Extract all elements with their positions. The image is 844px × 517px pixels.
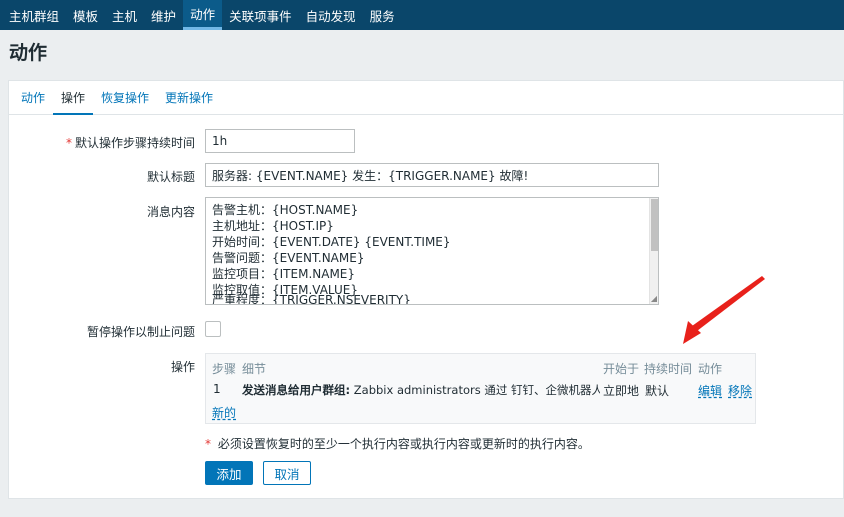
form-tabs: 动作 操作 恢复操作 更新操作	[9, 81, 843, 115]
operation-step: 1	[213, 382, 221, 396]
resize-grip-icon[interactable]: ◢	[651, 295, 657, 303]
nav-hosts[interactable]: 主机	[105, 0, 144, 30]
nav-event-correlation[interactable]: 关联项事件	[222, 0, 299, 30]
tab-recovery-operations[interactable]: 恢复操作	[93, 81, 157, 114]
nav-maintenance[interactable]: 维护	[144, 0, 183, 30]
nav-actions[interactable]: 动作	[183, 0, 223, 30]
message-line: 监控项目：{ITEM.NAME}	[212, 267, 356, 281]
operation-remove-link[interactable]: 移除	[728, 382, 752, 399]
required-asterisk: *	[205, 437, 211, 451]
message-scrollbar[interactable]	[649, 198, 658, 304]
required-note-text: 必须设置恢复时的至少一个执行内容或执行内容或更新时的执行内容。	[214, 437, 590, 451]
operations-table: 步骤 细节 开始于 持续时间 动作 1 发送消息给用户群组: Zabbix ad…	[205, 353, 756, 424]
step-duration-input[interactable]: 1h	[205, 129, 355, 153]
pause-label: 暂停操作以制止问题	[86, 325, 195, 339]
nav-templates[interactable]: 模板	[66, 0, 105, 30]
step-duration-label-text: 默认操作步骤持续时间	[74, 136, 195, 150]
new-operation-link[interactable]: 新的	[212, 404, 236, 421]
message-line: 告警主机：{HOST.NAME}	[212, 203, 359, 217]
nav-discovery[interactable]: 自动发现	[299, 0, 363, 30]
subject-label: 默认标题	[146, 170, 195, 184]
message-textarea[interactable]: 告警主机：{HOST.NAME} 主机地址：{HOST.IP} 开始时间：{EV…	[205, 197, 659, 305]
message-line: 告警问题：{EVENT.NAME}	[212, 251, 365, 265]
col-header-duration: 持续时间	[644, 362, 693, 376]
pause-checkbox[interactable]	[205, 321, 221, 337]
subject-input[interactable]: 服务器: {EVENT.NAME} 发生：{TRIGGER.NAME} 故障!	[205, 163, 659, 187]
operation-details-bold: 发送消息给用户群组:	[242, 383, 351, 397]
message-line: 开始时间：{EVENT.DATE} {EVENT.TIME}	[212, 235, 451, 249]
col-header-action: 动作	[698, 362, 723, 376]
col-header-details: 细节	[242, 362, 267, 376]
required-note: * 必须设置恢复时的至少一个执行内容或执行内容或更新时的执行内容。	[205, 435, 590, 452]
operation-details: 发送消息给用户群组: Zabbix administrators 通过 钉钉、企…	[242, 382, 600, 398]
top-navigation: 主机群组 模板 主机 维护 动作 关联项事件 自动发现 服务	[0, 0, 844, 30]
nav-host-groups[interactable]: 主机群组	[2, 0, 66, 30]
operation-edit-link[interactable]: 编辑	[698, 382, 722, 399]
operation-start-in: 立即地	[603, 384, 640, 398]
operation-duration: 默认	[645, 384, 670, 398]
col-header-start-in: 开始于	[603, 362, 640, 376]
step-duration-label: * 默认操作步骤持续时间	[9, 134, 195, 151]
col-header-step: 步骤	[212, 362, 237, 376]
tab-update-operations[interactable]: 更新操作	[157, 81, 221, 114]
required-asterisk: *	[65, 136, 72, 150]
tab-operations[interactable]: 操作	[53, 81, 94, 115]
message-line: 严重程度：{TRIGGER.NSEVERITY}	[212, 293, 411, 305]
operation-details-text: Zabbix administrators 通过 钉钉、企微机器人	[350, 383, 600, 397]
action-form-panel: 动作 操作 恢复操作 更新操作 * 默认操作步骤持续时间 1h 默认标题 服务器:…	[8, 80, 844, 499]
cancel-button[interactable]: 取消	[263, 461, 311, 485]
page-title: 动作	[9, 42, 48, 64]
nav-services[interactable]: 服务	[363, 0, 402, 30]
scrollbar-thumb[interactable]	[651, 199, 658, 251]
tab-action[interactable]: 动作	[13, 81, 53, 114]
add-button[interactable]: 添加	[205, 461, 253, 485]
operations-label: 操作	[170, 360, 195, 374]
message-label: 消息内容	[146, 205, 195, 219]
message-line: 主机地址：{HOST.IP}	[212, 219, 334, 233]
